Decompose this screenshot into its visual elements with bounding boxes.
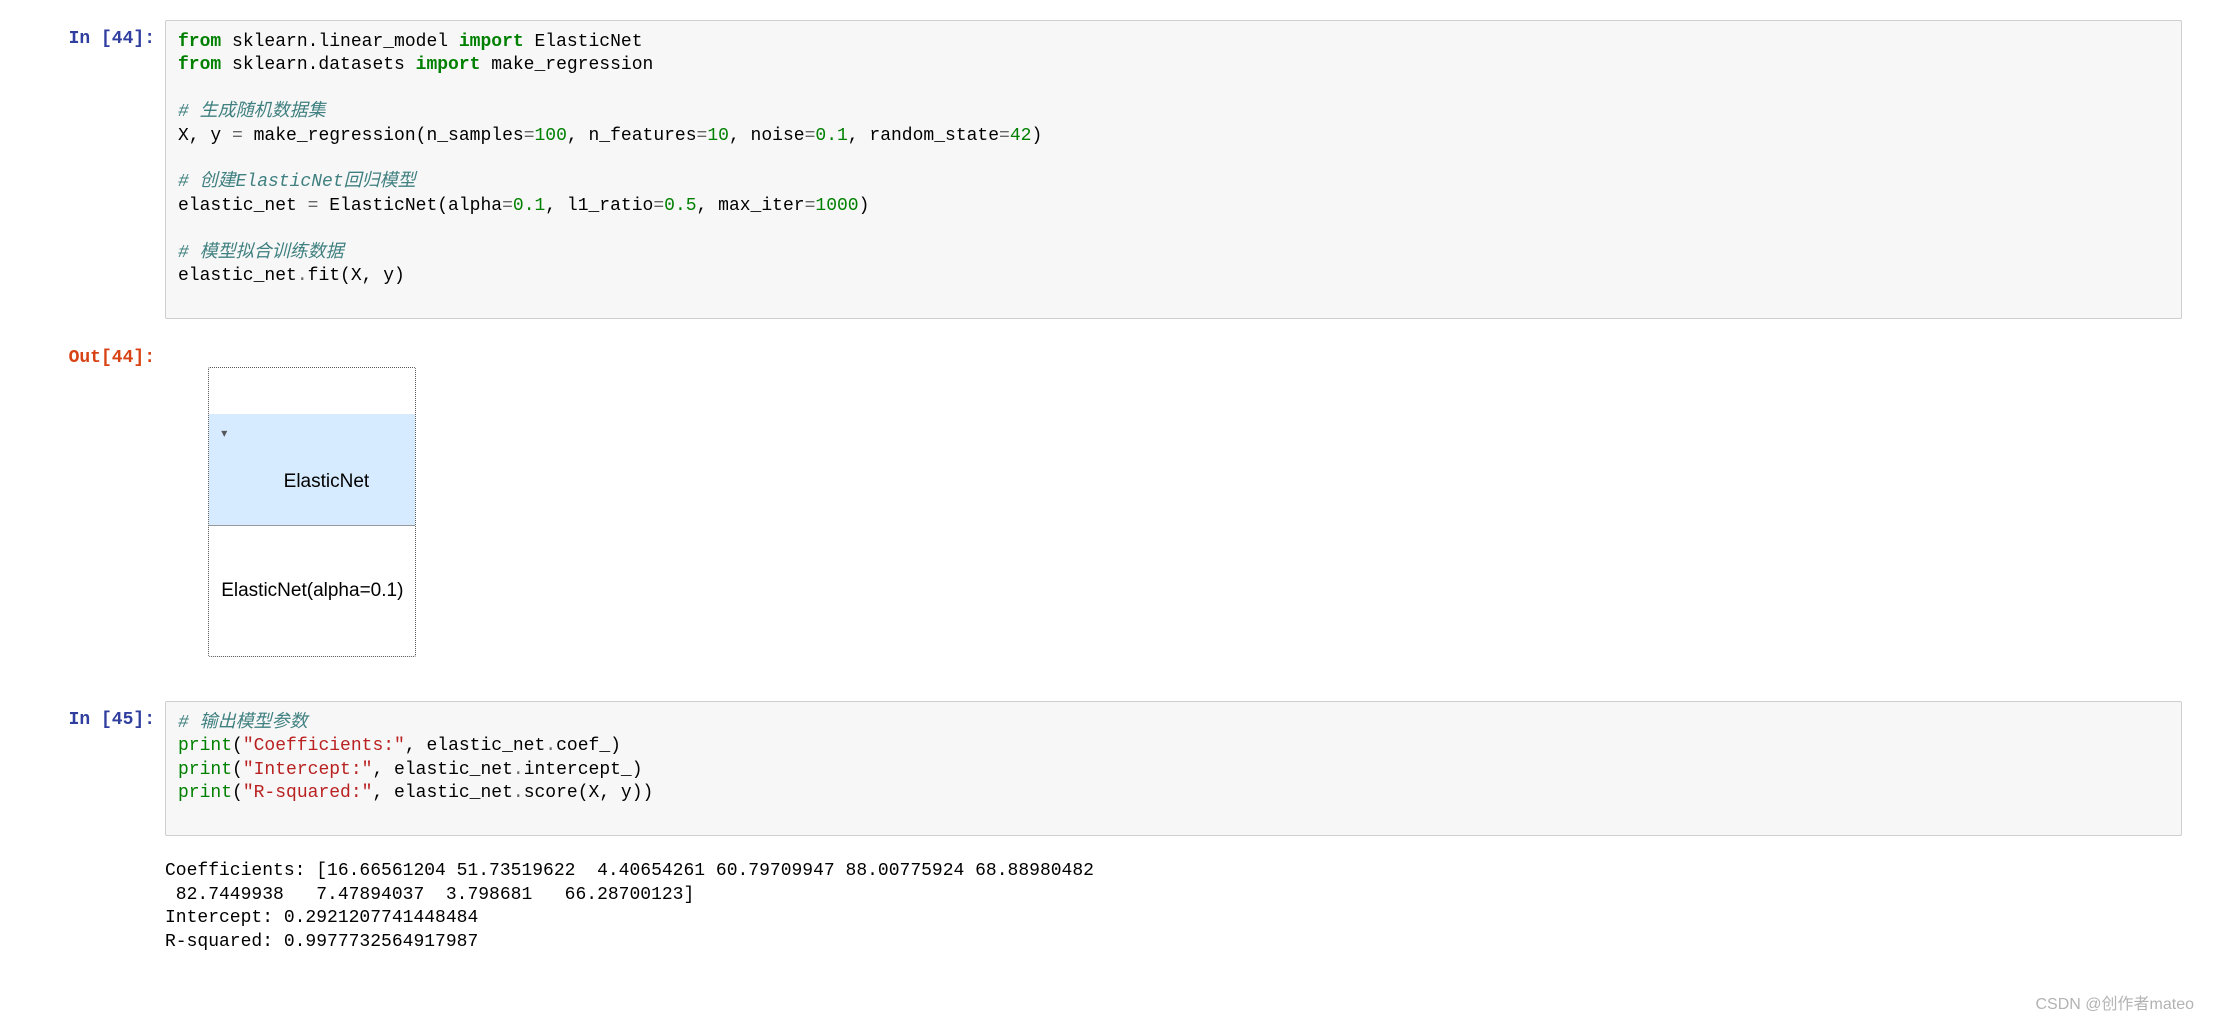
code-cell-44: In [44]: from sklearn.linear_model impor… [40,20,2182,319]
output-prompt-44: Out[44]: [40,339,165,681]
watermark: CSDN @创作者mateo [2036,995,2195,1016]
code-cell-45: In [45]: # 输出模型参数 print("Coefficients:",… [40,701,2182,837]
code-area-45[interactable]: # 输出模型参数 print("Coefficients:", elastic_… [165,701,2182,837]
code-area-44[interactable]: from sklearn.linear_model import Elastic… [165,20,2182,319]
input-prompt-45: In [45]: [40,701,165,837]
sklearn-repr-header[interactable]: ▾ ElasticNet [209,414,415,526]
output-area-44: ▾ ElasticNet ElasticNet(alpha=0.1) [165,339,2182,681]
output-cell-44: Out[44]: ▾ ElasticNet ElasticNet(alpha=0… [40,339,2182,681]
empty-prompt [40,856,165,954]
input-prompt-44: In [44]: [40,20,165,319]
chevron-down-icon[interactable]: ▾ [221,426,227,442]
stdout-cell-45: Coefficients: [16.66561204 51.73519622 4… [40,856,2182,954]
stdout-area-45: Coefficients: [16.66561204 51.73519622 4… [165,856,2182,954]
sklearn-repr-body: ElasticNet(alpha=0.1) [209,573,415,610]
sklearn-repr-title: ElasticNet [284,471,370,492]
sklearn-repr-box[interactable]: ▾ ElasticNet ElasticNet(alpha=0.1) [208,367,416,658]
